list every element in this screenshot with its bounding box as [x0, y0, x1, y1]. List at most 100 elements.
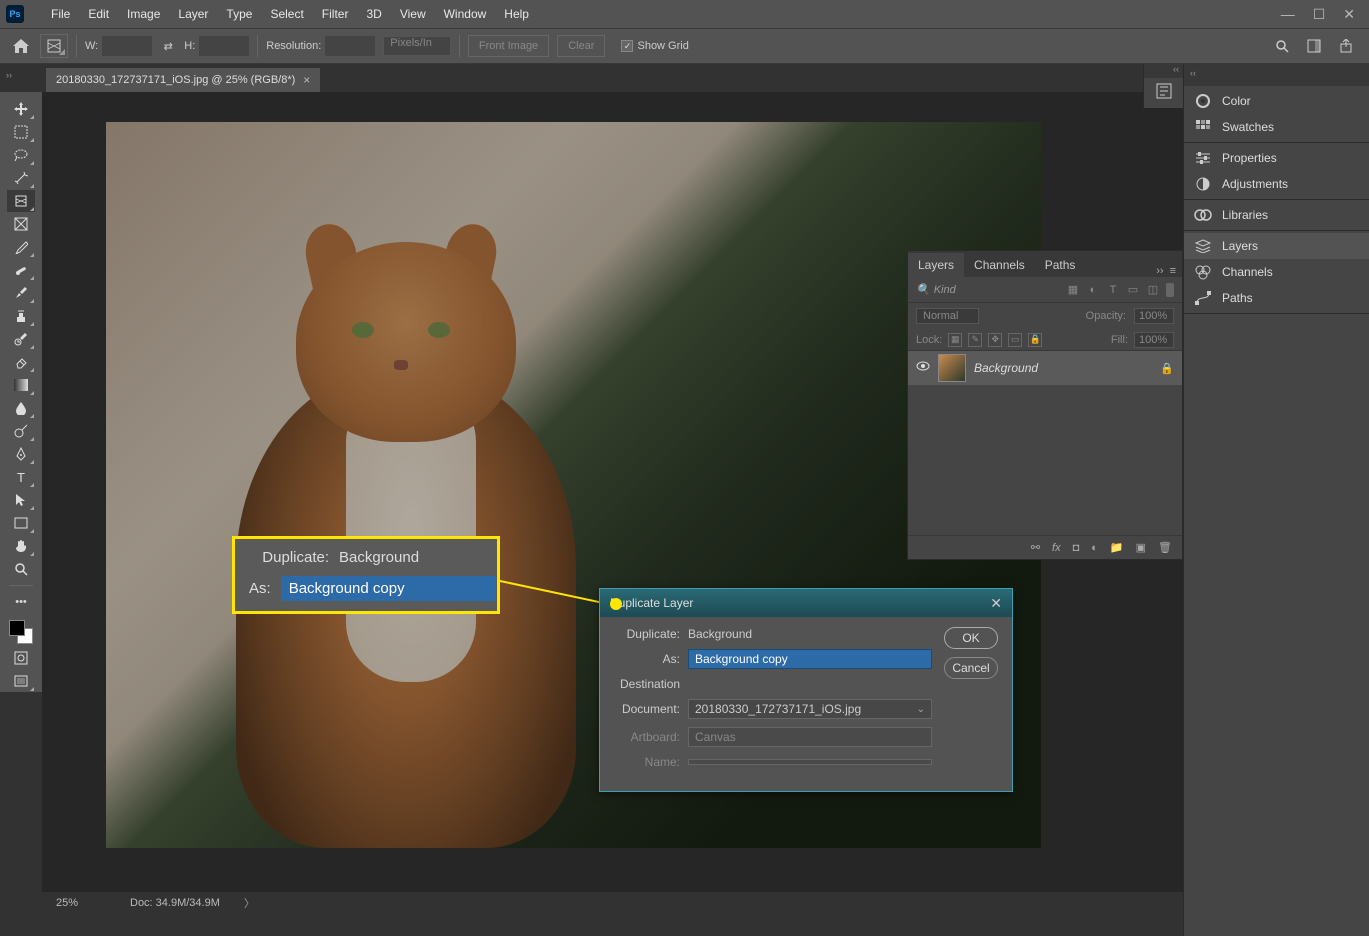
dialog-as-input[interactable] — [688, 649, 932, 669]
expand-toolbars-icon[interactable]: ›› — [6, 70, 12, 80]
quick-mask-icon[interactable] — [7, 647, 35, 669]
clone-stamp-tool-icon[interactable] — [7, 305, 35, 327]
close-tab-icon[interactable]: × — [303, 73, 310, 87]
frame-tool-icon[interactable] — [7, 213, 35, 235]
callout-as-input[interactable] — [281, 576, 496, 601]
fill-input[interactable]: 100% — [1134, 332, 1174, 348]
search-icon[interactable] — [1273, 37, 1291, 55]
panel-channels[interactable]: Channels — [1184, 259, 1369, 285]
marquee-tool-icon[interactable] — [7, 121, 35, 143]
dialog-document-select[interactable]: 20180330_172737171_iOS.jpg⌄ — [688, 699, 932, 719]
filter-toggle-icon[interactable] — [1166, 283, 1174, 297]
lock-icon[interactable]: 🔒 — [1160, 362, 1174, 375]
front-image-button[interactable]: Front Image — [468, 35, 549, 57]
ok-button[interactable]: OK — [944, 627, 998, 649]
brush-tool-icon[interactable] — [7, 282, 35, 304]
panel-libraries[interactable]: Libraries — [1184, 202, 1369, 228]
path-selection-tool-icon[interactable] — [7, 489, 35, 511]
workspace-icon[interactable] — [1305, 37, 1323, 55]
lock-position-icon[interactable]: ✥ — [988, 333, 1002, 347]
dodge-tool-icon[interactable] — [7, 420, 35, 442]
dialog-close-icon[interactable]: ✕ — [990, 595, 1002, 612]
channels-tab[interactable]: Channels — [964, 253, 1035, 277]
minimize-icon[interactable]: — — [1281, 6, 1295, 23]
panel-menu-icon[interactable]: ≡ — [1170, 265, 1176, 277]
history-brush-tool-icon[interactable] — [7, 328, 35, 350]
filter-pixel-icon[interactable]: ▦ — [1066, 283, 1080, 297]
menu-select[interactable]: Select — [261, 7, 312, 21]
collapse-panel-icon[interactable]: ›› — [1156, 265, 1163, 277]
lock-pixels-icon[interactable]: ▦ — [948, 333, 962, 347]
share-icon[interactable] — [1337, 37, 1355, 55]
new-layer-icon[interactable]: ▣ — [1136, 541, 1146, 554]
history-panel-icon[interactable] — [1155, 82, 1173, 100]
move-tool-icon[interactable] — [7, 98, 35, 120]
blend-mode-select[interactable]: Normal — [916, 308, 979, 324]
layer-name[interactable]: Background — [974, 361, 1038, 375]
height-input[interactable] — [199, 36, 249, 56]
panel-properties[interactable]: Properties — [1184, 145, 1369, 171]
gradient-tool-icon[interactable] — [7, 374, 35, 396]
status-flyout-icon[interactable]: 〉 — [244, 895, 255, 911]
paths-tab[interactable]: Paths — [1035, 253, 1086, 277]
eraser-tool-icon[interactable] — [7, 351, 35, 373]
panel-paths[interactable]: Paths — [1184, 285, 1369, 311]
pen-tool-icon[interactable] — [7, 443, 35, 465]
cancel-button[interactable]: Cancel — [944, 657, 998, 679]
lock-artboard-icon[interactable]: ▭ — [1008, 333, 1022, 347]
adjustment-layer-icon[interactable]: ◐ — [1091, 542, 1098, 554]
menu-layer[interactable]: Layer — [169, 7, 217, 21]
panel-layers[interactable]: Layers — [1184, 233, 1369, 259]
menu-view[interactable]: View — [391, 7, 435, 21]
layers-tab[interactable]: Layers — [908, 253, 964, 277]
panel-adjustments[interactable]: Adjustments — [1184, 171, 1369, 197]
filter-adjustment-icon[interactable]: ◐ — [1086, 283, 1100, 297]
zoom-level[interactable]: 25% — [56, 897, 106, 909]
layer-style-icon[interactable]: fx — [1052, 542, 1061, 554]
crop-tool-icon[interactable] — [40, 34, 68, 58]
close-icon[interactable]: ✕ — [1343, 6, 1355, 23]
unit-select[interactable]: Pixels/In — [383, 36, 451, 56]
menu-file[interactable]: File — [42, 7, 79, 21]
clear-button[interactable]: Clear — [557, 35, 605, 57]
layer-filter-kind[interactable]: 🔍Kind — [916, 283, 1060, 296]
hand-tool-icon[interactable] — [7, 535, 35, 557]
layer-mask-icon[interactable]: ◘ — [1073, 542, 1080, 554]
menu-type[interactable]: Type — [217, 7, 261, 21]
layer-row[interactable]: Background 🔒 — [908, 351, 1182, 385]
magic-wand-tool-icon[interactable] — [7, 167, 35, 189]
home-icon[interactable] — [10, 35, 32, 57]
filter-smart-icon[interactable]: ◫ — [1146, 283, 1160, 297]
document-tab[interactable]: 20180330_172737171_iOS.jpg @ 25% (RGB/8*… — [46, 68, 320, 92]
panel-color[interactable]: Color — [1184, 88, 1369, 114]
visibility-icon[interactable] — [916, 361, 930, 375]
maximize-icon[interactable]: ☐ — [1313, 6, 1326, 23]
lasso-tool-icon[interactable] — [7, 144, 35, 166]
blur-tool-icon[interactable] — [7, 397, 35, 419]
menu-3d[interactable]: 3D — [357, 7, 390, 21]
menu-filter[interactable]: Filter — [313, 7, 358, 21]
swap-wh-icon[interactable]: ⇄ — [160, 40, 176, 53]
zoom-tool-icon[interactable] — [7, 558, 35, 580]
filter-type-icon[interactable]: T — [1106, 283, 1120, 297]
menu-help[interactable]: Help — [495, 7, 538, 21]
resolution-input[interactable] — [325, 36, 375, 56]
menu-window[interactable]: Window — [435, 7, 496, 21]
menu-edit[interactable]: Edit — [79, 7, 118, 21]
group-icon[interactable]: 📁 — [1110, 541, 1124, 554]
lock-all-icon[interactable]: 🔒 — [1028, 333, 1042, 347]
lock-brush-icon[interactable]: ✎ — [968, 333, 982, 347]
delete-layer-icon[interactable]: 🗑 — [1158, 541, 1172, 554]
foreground-background-colors[interactable] — [7, 618, 35, 646]
type-tool-icon[interactable]: T — [7, 466, 35, 488]
menu-image[interactable]: Image — [118, 7, 169, 21]
opacity-input[interactable]: 100% — [1134, 308, 1174, 324]
perspective-crop-tool-icon[interactable] — [7, 190, 35, 212]
edit-toolbar-icon[interactable]: ••• — [7, 591, 35, 613]
show-grid-checkbox[interactable]: ✓Show Grid — [621, 40, 688, 52]
width-input[interactable] — [102, 36, 152, 56]
filter-shape-icon[interactable]: ▭ — [1126, 283, 1140, 297]
rectangle-tool-icon[interactable] — [7, 512, 35, 534]
collapse-panels-icon[interactable]: ‹‹ — [1144, 64, 1183, 78]
healing-brush-tool-icon[interactable] — [7, 259, 35, 281]
